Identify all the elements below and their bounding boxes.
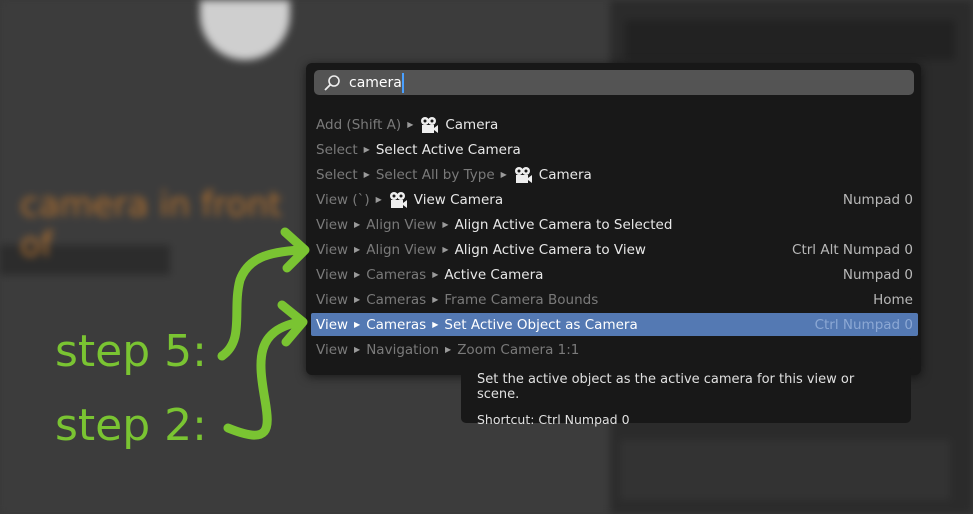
annotation-step5: step 5: [55, 326, 207, 377]
annotation-step2: step 2: [55, 400, 207, 451]
